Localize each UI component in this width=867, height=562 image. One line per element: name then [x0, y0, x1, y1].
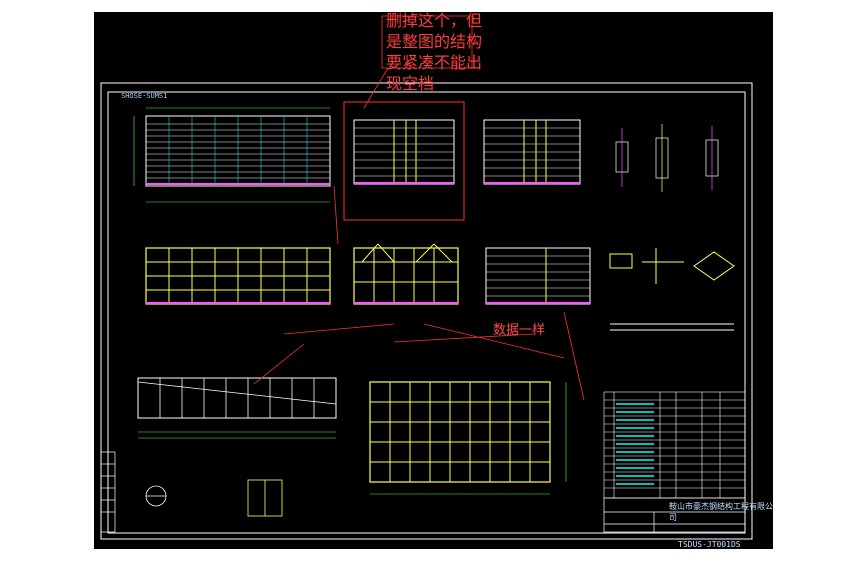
markup-note-same-data: 数据一样	[493, 323, 546, 338]
drawing-canvas[interactable]: SHOSE·SUMS1 鞍山市豪杰钢结构工程有限公司 TSDUS-JT001DS…	[94, 10, 773, 549]
markup-note-delete: 删掉这个，但 是整图的结构 要紧凑不能出 现空档	[386, 10, 482, 94]
roof-plan-a	[145, 247, 331, 305]
note-line: 是整图的结构	[386, 32, 483, 51]
cad-viewport: SHOSE·SUMS1 鞍山市豪杰钢结构工程有限公司 TSDUS-JT001DS…	[0, 0, 867, 562]
column-details	[615, 124, 719, 192]
elevation-b	[353, 119, 455, 185]
base-plan-grid	[369, 381, 567, 495]
note-line: 删掉这个，但	[386, 11, 483, 30]
note-line: 要紧凑不能出	[386, 53, 483, 72]
truss-elevation	[353, 243, 459, 305]
markup-leaders	[253, 67, 585, 401]
joint-details	[609, 248, 735, 331]
drawing-number: TSDUS-JT001DS	[678, 540, 741, 549]
sheet-code: SHOSE·SUMS1	[121, 92, 168, 100]
elevation-d	[485, 247, 591, 305]
note-line: 现空档	[386, 74, 435, 93]
company-name: 鞍山市豪杰钢结构工程有限公司	[669, 502, 773, 522]
material-table	[603, 391, 746, 499]
sheet-inner-frame	[107, 91, 746, 534]
elevation-c	[483, 119, 581, 185]
side-elevation	[137, 377, 337, 439]
small-details	[145, 479, 283, 517]
elevation-a	[133, 107, 331, 203]
sheet-outer-frame	[100, 82, 753, 540]
